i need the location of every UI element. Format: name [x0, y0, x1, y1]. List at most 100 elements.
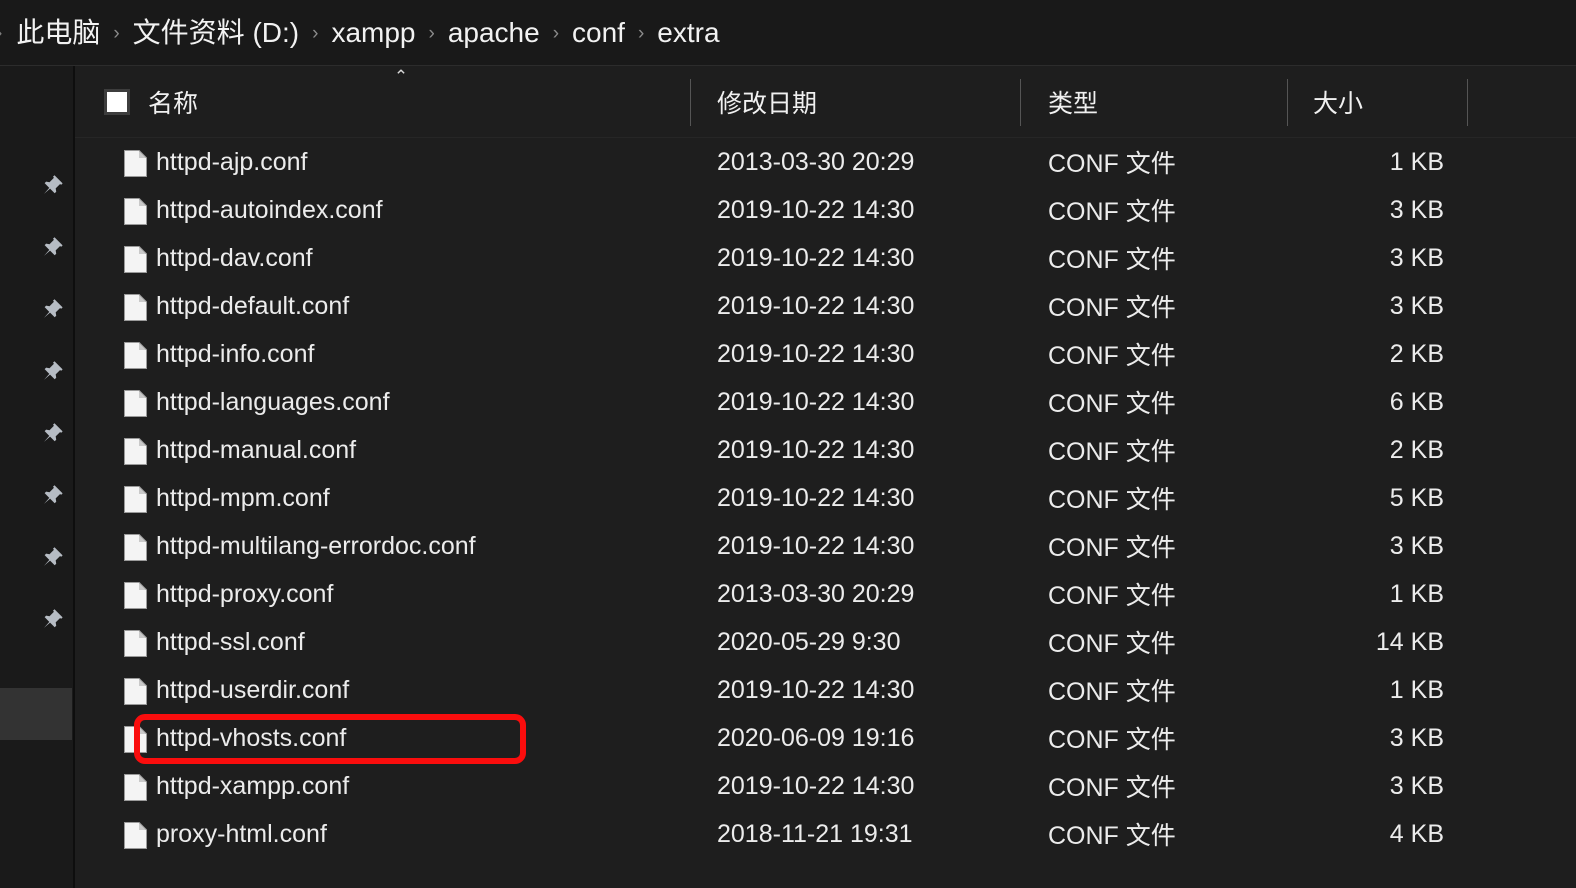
file-name-cell[interactable]: httpd-ajp.conf — [75, 138, 690, 186]
file-type-cell: CONF 文件 — [1048, 582, 1176, 610]
file-row[interactable]: httpd-proxy.conf 2013-03-30 20:29 CONF 文件 1… — [75, 570, 1576, 618]
file-size-cell: 1 KB — [1389, 675, 1444, 704]
select-all-checkbox[interactable] — [104, 89, 130, 115]
column-header-type-label: 类型 — [1048, 90, 1099, 118]
file-row[interactable]: httpd-default.conf 2019-10-22 14:30 CONF 文… — [75, 282, 1576, 330]
file-row[interactable]: httpd-info.conf 2019-10-22 14:30 CONF 文件 2 … — [75, 330, 1576, 378]
file-type-cell: CONF 文件 — [1048, 822, 1176, 850]
file-date-cell: 2019-10-22 14:30 — [717, 771, 915, 800]
column-resize-handle[interactable] — [690, 79, 691, 126]
file-date-cell: 2019-10-22 14:30 — [717, 435, 915, 464]
breadcrumb-item-5[interactable]: extra — [655, 17, 721, 49]
file-row[interactable]: httpd-mpm.conf 2019-10-22 14:30 CONF 文件 5 K… — [75, 474, 1576, 522]
file-row[interactable]: httpd-manual.conf 2019-10-22 14:30 CONF 文件… — [75, 426, 1576, 474]
column-header-type[interactable]: 类型 — [1022, 66, 1289, 138]
breadcrumb-item-4[interactable]: conf — [570, 17, 627, 49]
file-type-cell: CONF 文件 — [1048, 726, 1176, 754]
file-name-cell[interactable]: httpd-autoindex.conf — [75, 186, 690, 234]
file-type-cell: CONF 文件 — [1048, 246, 1176, 274]
file-type-cell: CONF 文件 — [1048, 150, 1176, 178]
file-name-cell[interactable]: httpd-userdir.conf — [75, 666, 690, 714]
file-date-cell: 2019-10-22 14:30 — [717, 675, 915, 704]
column-header-size-label: 大小 — [1313, 90, 1364, 118]
file-list-pane: ⌃ 名称 修改日期 类型 大小 httpd-ajp.conf 2013-03-30… — [75, 66, 1576, 888]
column-header-row[interactable]: ⌃ 名称 修改日期 类型 大小 — [75, 66, 1576, 138]
file-name-cell[interactable]: httpd-proxy.conf — [75, 570, 690, 618]
file-row[interactable]: httpd-userdir.conf 2019-10-22 14:30 CONF 文… — [75, 666, 1576, 714]
file-name-cell[interactable]: httpd-vhosts.conf — [75, 714, 690, 762]
nav-pane-pinned-item-0[interactable] — [0, 162, 73, 210]
nav-pane-pinned-item-7[interactable] — [0, 596, 73, 644]
file-name-cell[interactable]: httpd-languages.conf — [75, 378, 690, 426]
file-date-cell: 2013-03-30 20:29 — [717, 579, 915, 608]
file-date-cell: 2018-11-21 19:31 — [717, 819, 913, 848]
chevron-right-icon: › — [0, 24, 2, 43]
file-type-cell: CONF 文件 — [1048, 534, 1176, 562]
nav-pane-pinned-item-6[interactable] — [0, 534, 73, 582]
file-name-cell[interactable]: httpd-ssl.conf — [75, 618, 690, 666]
breadcrumb-item-3[interactable]: apache — [446, 17, 542, 49]
breadcrumb[interactable]: › 此电脑 › 文件资料 (D:) › xampp › apache › con… — [0, 0, 1576, 66]
file-type-cell: CONF 文件 — [1048, 774, 1176, 802]
file-name-cell[interactable]: httpd-dav.conf — [75, 234, 690, 282]
chevron-right-icon[interactable]: › — [113, 24, 119, 43]
file-type-cell: CONF 文件 — [1048, 678, 1176, 706]
file-size-cell: 2 KB — [1389, 435, 1444, 464]
file-size-cell: 14 KB — [1375, 627, 1444, 656]
file-name-cell[interactable]: httpd-xampp.conf — [75, 762, 690, 810]
file-date-cell: 2019-10-22 14:30 — [717, 243, 915, 272]
file-size-cell: 3 KB — [1389, 531, 1444, 560]
file-row[interactable]: httpd-dav.conf 2019-10-22 14:30 CONF 文件 3 K… — [75, 234, 1576, 282]
file-type-cell: CONF 文件 — [1048, 630, 1176, 658]
navigation-pane[interactable] — [0, 66, 73, 888]
breadcrumb-item-0[interactable]: 此电脑 — [14, 17, 102, 49]
column-header-name[interactable]: 名称 — [75, 66, 690, 138]
file-type-cell: CONF 文件 — [1048, 342, 1176, 370]
file-row[interactable]: httpd-ajp.conf 2013-03-30 20:29 CONF 文件 1 K… — [75, 138, 1576, 186]
file-name-cell[interactable]: httpd-manual.conf — [75, 426, 690, 474]
file-size-cell: 1 KB — [1389, 147, 1444, 176]
column-header-size[interactable]: 大小 — [1289, 66, 1468, 138]
file-row[interactable]: proxy-html.conf 2018-11-21 19:31 CONF 文件 4 … — [75, 810, 1576, 858]
nav-pane-pinned-item-2[interactable] — [0, 286, 73, 334]
file-size-cell: 3 KB — [1389, 195, 1444, 224]
file-type-cell: CONF 文件 — [1048, 294, 1176, 322]
file-row[interactable]: httpd-languages.conf 2019-10-22 14:30 CONF… — [75, 378, 1576, 426]
nav-pane-pinned-item-1[interactable] — [0, 224, 73, 272]
chevron-right-icon[interactable]: › — [312, 24, 318, 43]
column-resize-handle[interactable] — [1467, 79, 1468, 126]
pushpin-icon — [39, 359, 65, 385]
file-size-cell: 6 KB — [1389, 387, 1444, 416]
chevron-right-icon[interactable]: › — [553, 24, 559, 43]
file-row[interactable]: httpd-multilang-errordoc.conf 2019-10-22 … — [75, 522, 1576, 570]
nav-pane-pinned-item-3[interactable] — [0, 348, 73, 396]
chevron-right-icon[interactable]: › — [638, 24, 644, 43]
file-row[interactable]: httpd-vhosts.conf 2020-06-09 19:16 CONF 文件… — [75, 714, 1576, 762]
file-type-cell: CONF 文件 — [1048, 198, 1176, 226]
file-date-cell: 2019-10-22 14:30 — [717, 483, 915, 512]
nav-pane-pinned-item-5[interactable] — [0, 472, 73, 520]
breadcrumb-item-2[interactable]: xampp — [329, 17, 417, 49]
file-type-cell: CONF 文件 — [1048, 438, 1176, 466]
file-name-cell[interactable]: httpd-info.conf — [75, 330, 690, 378]
column-resize-handle[interactable] — [1020, 79, 1021, 126]
pushpin-icon — [39, 297, 65, 323]
column-resize-handle[interactable] — [1287, 79, 1288, 126]
nav-pane-pinned-item-4[interactable] — [0, 410, 73, 458]
file-row[interactable]: httpd-ssl.conf 2020-05-29 9:30 CONF 文件 14 K… — [75, 618, 1576, 666]
file-name-cell[interactable]: httpd-default.conf — [75, 282, 690, 330]
file-size-cell: 5 KB — [1389, 483, 1444, 512]
file-name-cell[interactable]: httpd-mpm.conf — [75, 474, 690, 522]
file-size-cell: 3 KB — [1389, 291, 1444, 320]
breadcrumb-item-1[interactable]: 文件资料 (D:) — [131, 17, 301, 49]
column-header-date[interactable]: 修改日期 — [692, 66, 1022, 138]
pushpin-icon — [39, 483, 65, 509]
chevron-right-icon[interactable]: › — [428, 24, 434, 43]
file-type-cell: CONF 文件 — [1048, 390, 1176, 418]
file-name-cell[interactable]: proxy-html.conf — [75, 810, 690, 858]
file-row[interactable]: httpd-xampp.conf 2019-10-22 14:30 CONF 文件 3… — [75, 762, 1576, 810]
nav-pane-hovered-item[interactable] — [0, 688, 72, 740]
file-name-cell[interactable]: httpd-multilang-errordoc.conf — [75, 522, 690, 570]
file-date-cell: 2020-06-09 19:16 — [717, 723, 915, 752]
file-row[interactable]: httpd-autoindex.conf 2019-10-22 14:30 CONF… — [75, 186, 1576, 234]
